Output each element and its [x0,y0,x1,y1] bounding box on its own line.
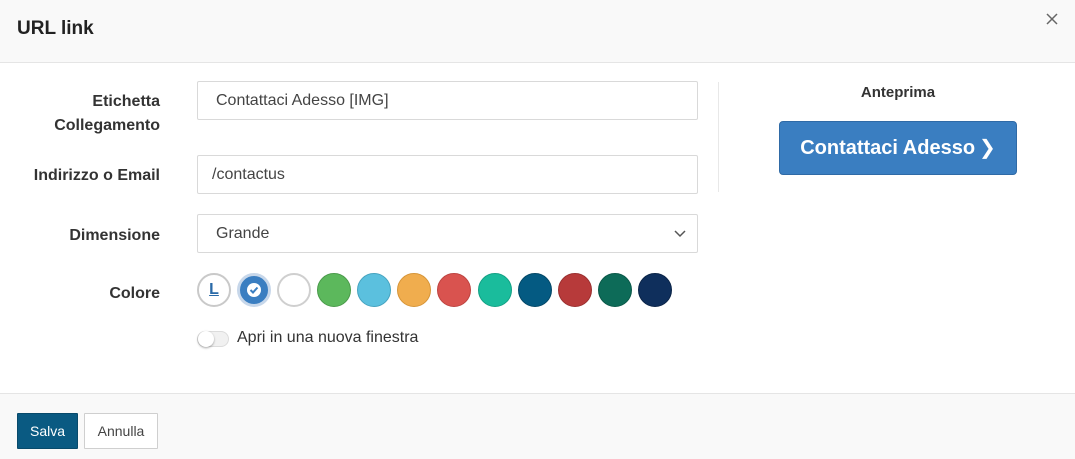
dialog-header: URL link [0,0,1075,63]
link-label-caption-line1: Etichetta [92,93,160,110]
preview-button[interactable]: Contattaci Adesso ❯ [779,121,1017,175]
swatch-primary[interactable] [237,273,271,307]
swatch-dark-blue[interactable] [518,273,552,307]
preview-divider [718,82,719,192]
link-label-caption: Etichetta Collegamento [54,90,160,138]
address-caption: Indirizzo o Email [33,167,160,184]
swatch-teal[interactable] [478,273,512,307]
toggle-knob [198,331,214,347]
swatch-white[interactable] [277,273,311,307]
address-input[interactable]: /contactus [197,155,698,194]
swatch-link[interactable]: L [197,273,231,307]
new-window-toggle[interactable] [197,331,229,347]
size-select-value: Grande [216,225,270,242]
chevron-down-icon [674,230,686,238]
link-label-input[interactable]: Contattaci Adesso [IMG] [197,81,698,120]
color-caption: Colore [109,285,160,302]
save-button[interactable]: Salva [17,413,78,449]
cancel-button[interactable]: Annulla [84,413,158,449]
preview-button-text: Contattaci Adesso [800,137,976,159]
url-link-dialog: URL link Etichetta Collegamento Contatta… [0,0,1075,459]
size-caption: Dimensione [69,227,160,244]
swatch-dark-red[interactable] [558,273,592,307]
dialog-title: URL link [17,18,94,39]
swatch-light-blue[interactable] [357,273,391,307]
chevron-right-icon: ❯ [979,137,996,159]
close-icon[interactable] [1043,10,1061,28]
swatch-orange[interactable] [397,273,431,307]
link-label-caption-line2: Collegamento [54,117,160,134]
dialog-footer: Salva Annulla [0,393,1075,459]
preview-title: Anteprima [860,84,936,101]
size-select[interactable]: Grande [197,214,698,253]
swatch-navy[interactable] [638,273,672,307]
check-icon [247,283,261,297]
swatch-red[interactable] [437,273,471,307]
new-window-label: Apri in una nuova finestra [237,329,419,346]
swatch-dark-green[interactable] [598,273,632,307]
swatch-green[interactable] [317,273,351,307]
